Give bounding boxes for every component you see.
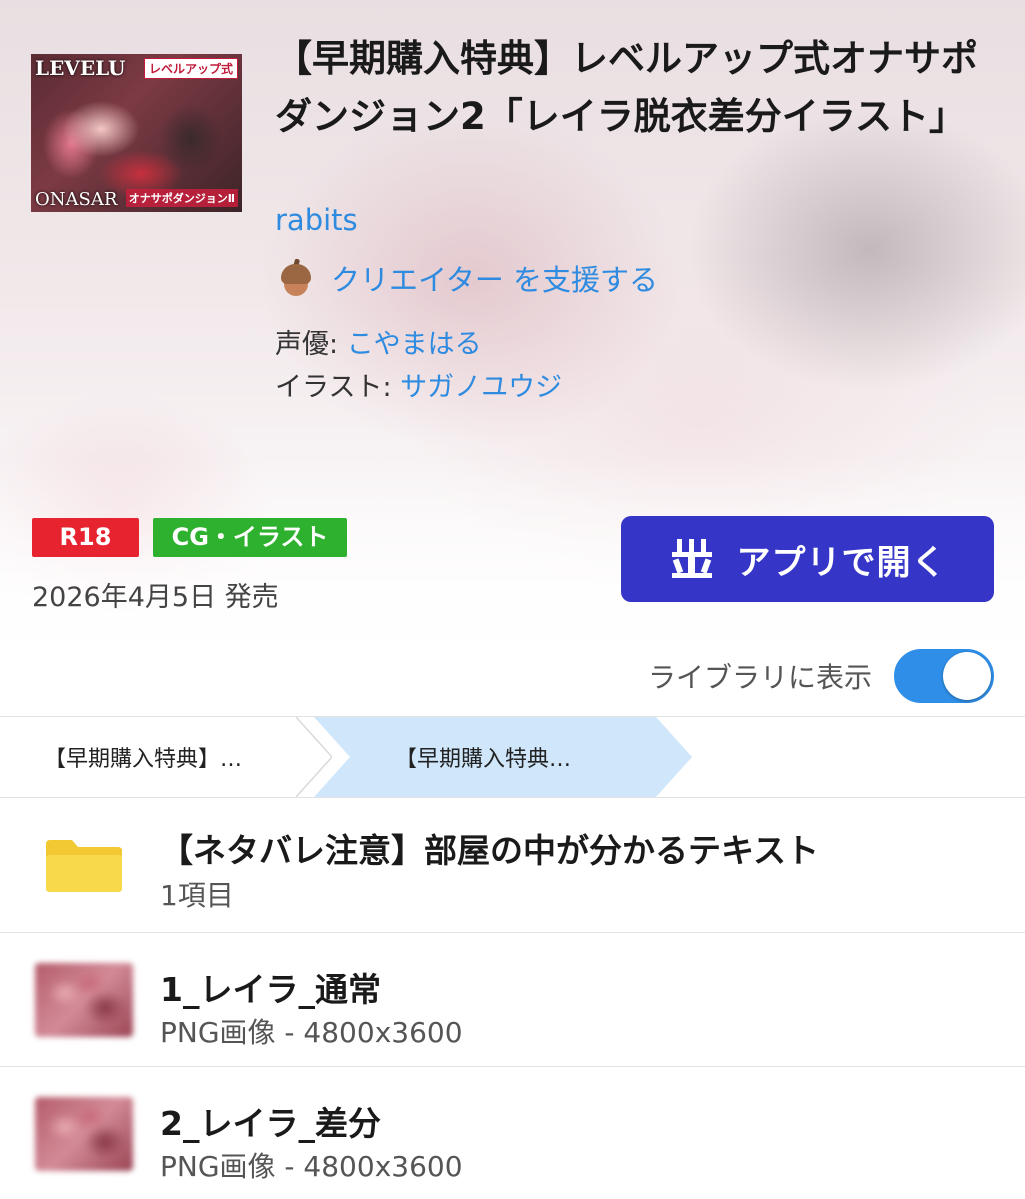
breadcrumb-item-current[interactable]: 【早期購入特典… xyxy=(395,717,571,797)
file-list: 【ネタバレ注意】部屋の中が分かるテキスト 1項目 1_レイラ_通常 PNG画像 … xyxy=(0,798,1025,1199)
release-date: 2026年4月5日 発売 xyxy=(32,582,279,613)
work-title: 【早期購入特典】レベルアップ式オナサポダンジョン2「レイラ脱衣差分イラスト」 xyxy=(275,37,978,138)
folder-icon xyxy=(46,840,122,892)
breadcrumb-item-parent[interactable]: 【早期購入特典】… xyxy=(44,717,242,797)
cover-thumbnail[interactable]: LEVELU レベルアップ式 ONASAR オナサポダンジョンⅡ xyxy=(31,54,242,212)
cover-title-text: LEVELU xyxy=(35,56,126,80)
illustrator-link[interactable]: サガノユウジ xyxy=(400,372,562,403)
illustrator-label: イラスト: xyxy=(275,372,401,403)
cover-bottom-right-text: オナサポダンジョンⅡ xyxy=(125,189,238,207)
image-thumbnail xyxy=(35,1097,133,1171)
file-name: 1_レイラ_通常 xyxy=(160,970,381,1009)
breadcrumb: 【早期購入特典】… 【早期購入特典… xyxy=(0,716,1025,798)
file-meta: PNG画像 - 4800x3600 xyxy=(160,1016,463,1049)
file-meta: PNG画像 - 4800x3600 xyxy=(160,1150,463,1183)
circle-link[interactable]: rabits xyxy=(275,203,358,237)
file-name: 2_レイラ_差分 xyxy=(160,1104,381,1143)
breadcrumb-separator xyxy=(296,717,332,797)
cover-badge-text: レベルアップ式 xyxy=(143,58,238,79)
file-meta: 1項目 xyxy=(160,879,234,912)
list-item-image[interactable]: 2_レイラ_差分 PNG画像 - 4800x3600 xyxy=(0,1067,1025,1199)
voice-actor-credit: 声優: こやまはる xyxy=(275,322,482,361)
voice-actor-label: 声優: xyxy=(275,329,347,360)
cover-bottom-left-text: ONASAR xyxy=(35,189,118,210)
illustrator-credit: イラスト: サガノユウジ xyxy=(275,365,562,404)
open-in-app-label: アプリで開く xyxy=(736,542,947,583)
toggle-knob xyxy=(943,652,991,700)
list-item-folder[interactable]: 【ネタバレ注意】部屋の中が分かるテキスト 1項目 xyxy=(0,798,1025,933)
library-visibility-label: ライブラリに表示 xyxy=(647,661,872,694)
file-name: 【ネタバレ注意】部屋の中が分かるテキスト xyxy=(160,831,820,870)
list-item-image[interactable]: 1_レイラ_通常 PNG画像 - 4800x3600 xyxy=(0,933,1025,1067)
app-icon xyxy=(669,537,715,581)
badge-group: R18 CG・イラスト xyxy=(32,518,347,557)
support-creator-link[interactable]: クリエイター を支援する xyxy=(275,256,658,300)
work-header: LEVELU レベルアップ式 ONASAR オナサポダンジョンⅡ 【早期購入特典… xyxy=(0,0,1025,715)
acorn-icon xyxy=(275,258,315,298)
rating-badge: R18 xyxy=(32,518,139,557)
genre-badge: CG・イラスト xyxy=(153,518,347,557)
library-visibility-toggle[interactable] xyxy=(894,649,994,703)
voice-actor-link[interactable]: こやまはる xyxy=(347,329,482,360)
open-in-app-button[interactable]: アプリで開く xyxy=(621,516,994,602)
support-creator-label: クリエイター を支援する xyxy=(331,263,659,297)
library-visibility-row: ライブラリに表示 xyxy=(648,648,994,704)
image-thumbnail xyxy=(35,963,133,1037)
